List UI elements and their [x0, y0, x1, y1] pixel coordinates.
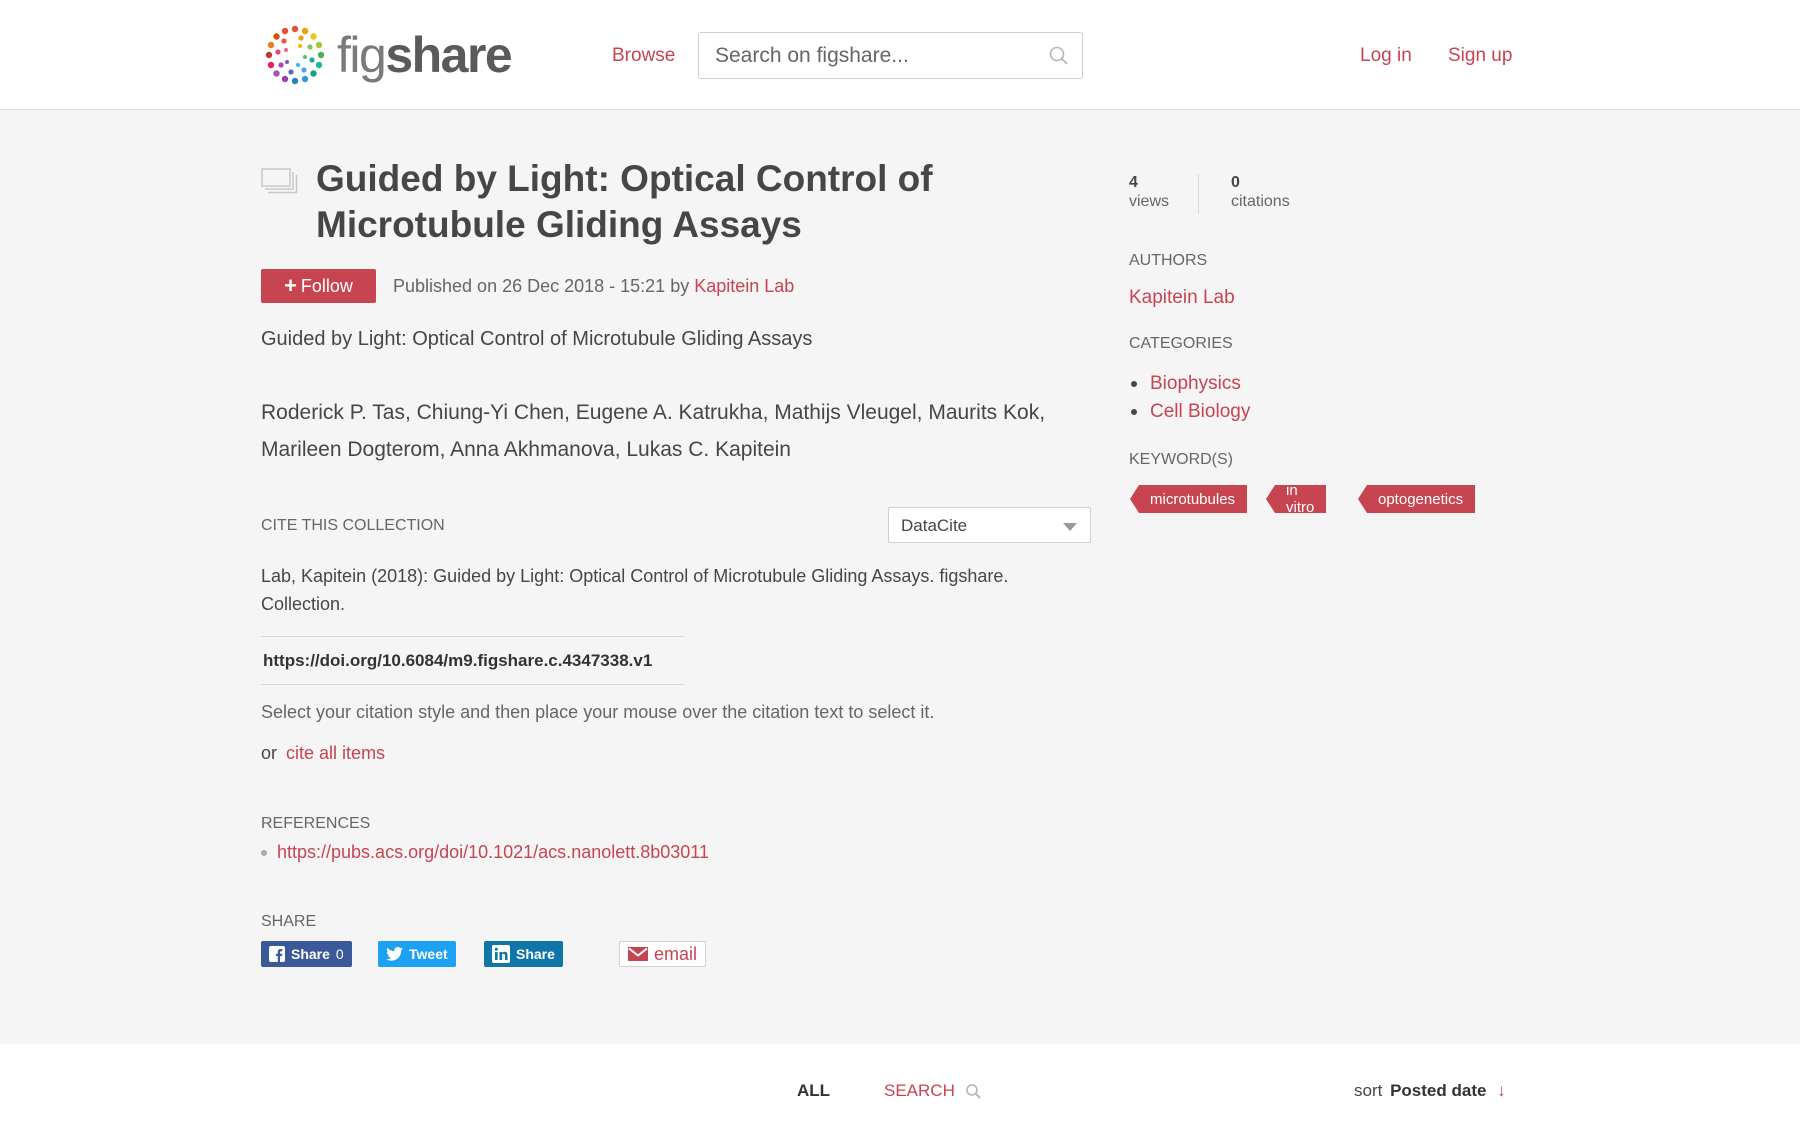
keyword-tag-optogenetics[interactable]: optogenetics	[1358, 485, 1476, 513]
facebook-share-button[interactable]: Share 0	[261, 941, 352, 967]
sort-value: Posted date	[1390, 1081, 1487, 1100]
doi-link[interactable]: https://doi.org/10.6084/m9.figshare.c.43…	[261, 636, 684, 685]
or-text: or	[261, 743, 278, 763]
citation-hint: Select your citation style and then plac…	[261, 702, 935, 722]
tab-search-label: SEARCH	[884, 1081, 955, 1100]
follow-label: Follow	[300, 275, 353, 296]
logo-wordmark: figshare	[337, 26, 513, 84]
logo-fig: fig	[337, 27, 387, 83]
facebook-share-label: Share	[291, 946, 330, 962]
views-stat: 4 views	[1129, 174, 1169, 211]
page-title: Guided by Light: Optical Control of Micr…	[316, 158, 933, 245]
reference-item: https://pubs.acs.org/doi/10.1021/acs.nan…	[261, 842, 709, 863]
list-item: Biophysics	[1129, 370, 1250, 398]
description: Guided by Light: Optical Control of Micr…	[261, 328, 813, 350]
citation-style-select[interactable]: DataCite	[888, 507, 1091, 543]
bullet-icon	[1131, 381, 1137, 387]
browse-link[interactable]: Browse	[612, 45, 675, 67]
category-link-cell-biology[interactable]: Cell Biology	[1150, 398, 1250, 426]
references-label: References	[261, 815, 371, 832]
linkedin-icon	[492, 945, 510, 963]
published-text: Published on 26 Dec 2018 - 15:21 by	[393, 276, 690, 296]
email-share-button[interactable]: email	[619, 941, 707, 967]
citations-count: 0	[1231, 174, 1240, 191]
collection-icon	[261, 168, 298, 194]
signup-link[interactable]: Sign up	[1448, 45, 1512, 67]
tab-all[interactable]: ALL	[797, 1081, 830, 1101]
search-icon[interactable]	[1048, 45, 1070, 67]
sidebar-author-link[interactable]: Kapitein Lab	[1129, 287, 1235, 309]
keywords-label: Keyword(s)	[1129, 451, 1233, 468]
categories-list: Biophysics Cell Biology	[1129, 370, 1250, 426]
linkedin-share-label: Share	[516, 946, 555, 962]
keyword-tag-in-vitro[interactable]: in vitro	[1266, 485, 1327, 513]
cite-all-row: or cite all items	[261, 743, 385, 764]
views-count: 4	[1129, 174, 1138, 191]
sort-label: sort	[1354, 1081, 1383, 1100]
views-label: views	[1129, 193, 1170, 210]
linkedin-share-button[interactable]: Share	[484, 941, 563, 967]
caret-down-icon	[1063, 523, 1077, 531]
categories-label: Categories	[1129, 335, 1233, 352]
published-info: Published on 26 Dec 2018 - 15:21 by Kapi…	[393, 276, 794, 297]
twitter-icon	[386, 947, 403, 961]
tab-search[interactable]: SEARCH	[884, 1081, 982, 1101]
citations-label: citations	[1231, 193, 1290, 210]
reference-link[interactable]: https://pubs.acs.org/doi/10.1021/acs.nan…	[277, 842, 709, 863]
logo-share: share	[385, 27, 512, 83]
cite-all-items-link[interactable]: cite all items	[286, 743, 385, 763]
email-share-label: email	[654, 943, 698, 964]
share-label: Share	[261, 913, 317, 930]
published-by-link[interactable]: Kapitein Lab	[694, 276, 794, 296]
bullet-icon	[1131, 409, 1137, 415]
sort-arrow-icon: ↓	[1497, 1081, 1506, 1100]
email-icon	[628, 947, 648, 961]
list-item: Cell Biology	[1129, 398, 1250, 426]
stat-divider	[1198, 174, 1199, 214]
citation-text[interactable]: Lab, Kapitein (2018): Guided by Light: O…	[261, 562, 1071, 618]
category-link-biophysics[interactable]: Biophysics	[1150, 370, 1241, 398]
authors-label: Authors	[1129, 252, 1208, 269]
sort-control[interactable]: sort Posted date ↓	[1354, 1081, 1506, 1101]
citation-style-value: DataCite	[901, 516, 968, 535]
search-icon	[966, 1083, 981, 1099]
citations-stat: 0 citations	[1231, 174, 1290, 211]
figshare-logo-icon	[265, 25, 325, 85]
bullet-icon	[261, 849, 267, 856]
search-input[interactable]	[699, 33, 1029, 78]
facebook-icon	[269, 946, 285, 962]
authors-list: Roderick P. Tas, Chiung-Yi Chen, Eugene …	[261, 401, 1046, 461]
login-link[interactable]: Log in	[1360, 45, 1412, 67]
keyword-tag-microtubules[interactable]: microtubules	[1130, 485, 1248, 513]
plus-icon: +	[284, 273, 297, 298]
cite-label: Cite this collection	[261, 517, 445, 534]
tweet-button[interactable]: Tweet	[378, 941, 456, 967]
site-header: figshare Browse Log in Sign up	[0, 0, 1800, 110]
items-tab-bar: ALL SEARCH sort Posted date ↓	[0, 1044, 1800, 1125]
tweet-label: Tweet	[409, 946, 448, 962]
figshare-logo[interactable]: figshare	[261, 20, 513, 90]
search-box	[698, 32, 1083, 79]
follow-button[interactable]: + Follow	[261, 269, 376, 303]
facebook-share-count: 0	[335, 946, 344, 962]
